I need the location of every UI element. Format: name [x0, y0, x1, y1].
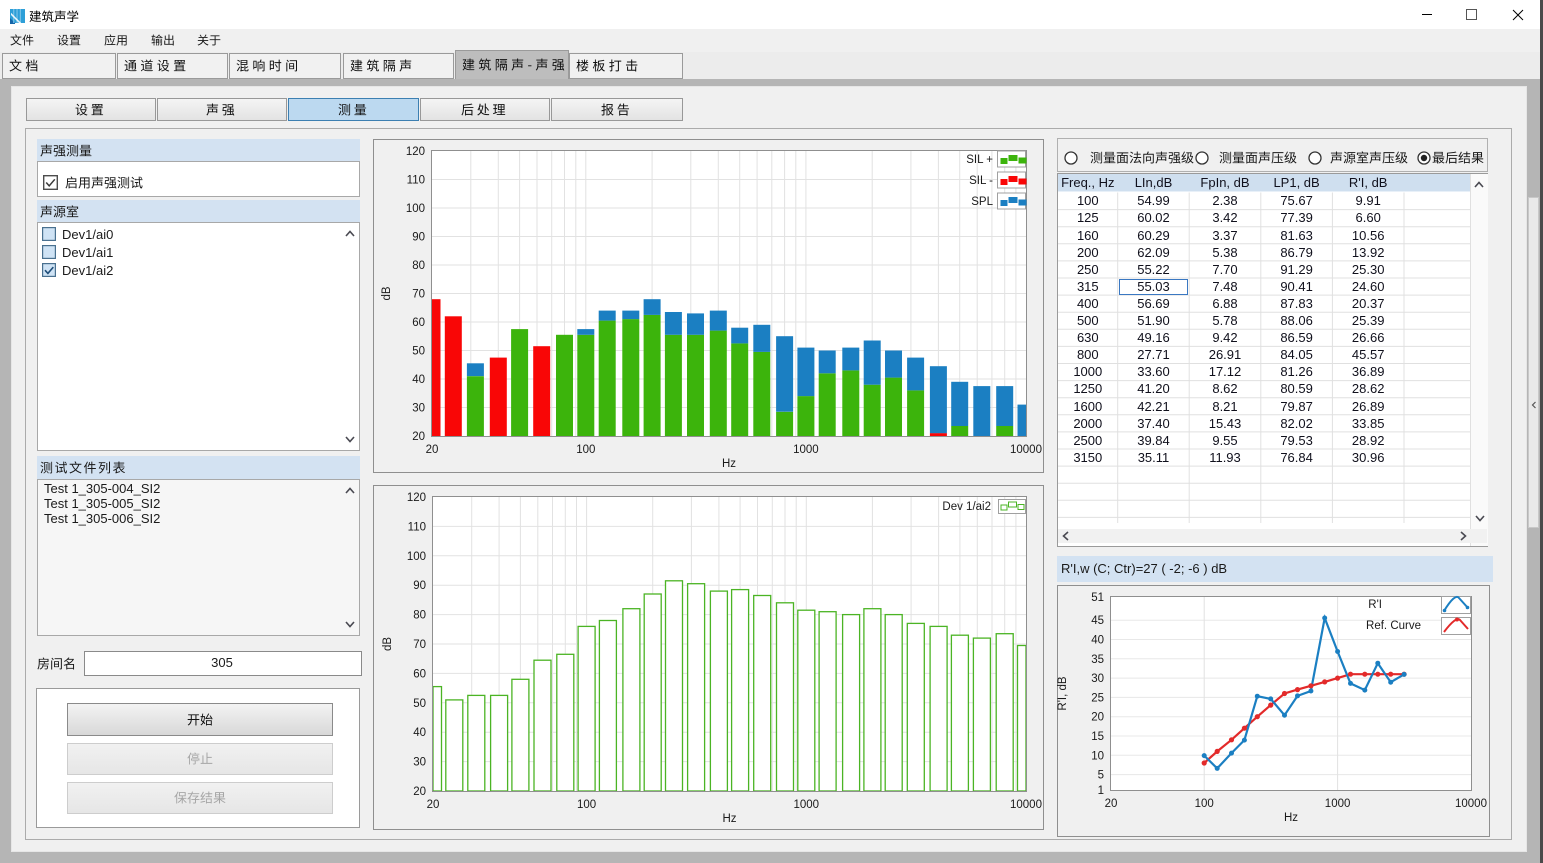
- svg-text:R'I: R'I: [1368, 599, 1382, 611]
- svg-text:1000: 1000: [1325, 798, 1351, 810]
- svg-text:100: 100: [1195, 798, 1214, 810]
- svg-text:10000: 10000: [1455, 798, 1487, 810]
- svg-text:Ref. Curve: Ref. Curve: [1366, 620, 1421, 632]
- svg-text:20: 20: [1091, 712, 1104, 724]
- svg-text:40: 40: [1091, 635, 1104, 647]
- svg-text:35: 35: [1091, 654, 1104, 666]
- svg-text:15: 15: [1091, 731, 1104, 743]
- svg-text:51: 51: [1091, 592, 1104, 604]
- svg-text:1: 1: [1098, 785, 1104, 797]
- svg-text:R'I, dB: R'I, dB: [1057, 676, 1069, 710]
- svg-text:10: 10: [1091, 750, 1104, 762]
- svg-text:30: 30: [1091, 673, 1104, 685]
- svg-text:5: 5: [1098, 770, 1104, 782]
- svg-text:20: 20: [1105, 798, 1118, 810]
- svg-text:45: 45: [1091, 615, 1104, 627]
- svg-text:Hz: Hz: [1284, 812, 1298, 824]
- svg-text:25: 25: [1091, 692, 1104, 704]
